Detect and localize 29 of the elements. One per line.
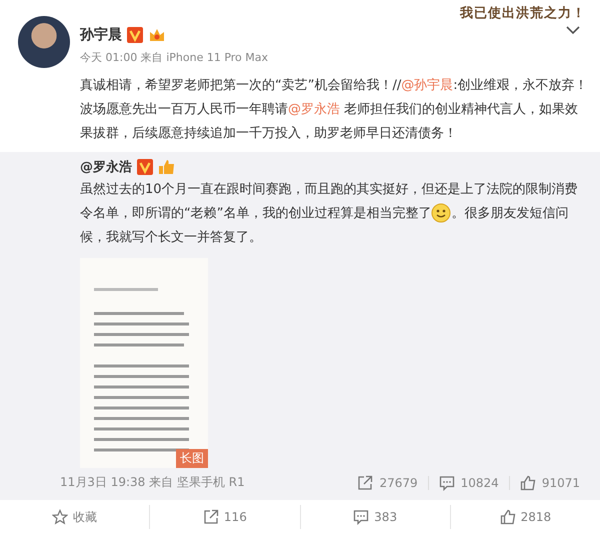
mention-link[interactable]: @孙宇晨 <box>401 78 454 93</box>
repost-text: 虽然过去的10个月一直在跟时间赛跑，而且跑的其实挺好，但还是上了法院的限制消费令名单，即所谓的“老赖”名单，我的创业过程算是相当完整了 。很多朋友发短信问候，我就写个长文一并答复了。 <box>80 181 579 247</box>
stat-count: 91071 <box>542 476 580 490</box>
avatar[interactable] <box>18 16 70 68</box>
post-text: 真诚相请，希望罗老师把第一次的“卖艺”机会留给我！//@孙宇晨:创业维艰，永不放弃！波场愿意先出一百万人民币一年聘请@罗永浩 老师担任我们的创业精神代言人，如果效果拔群，后续愿意持续追加一千万投入，助罗老师早日还清债务！ <box>79 77 589 143</box>
share-icon <box>202 509 219 525</box>
source-label: 来自 <box>149 475 174 489</box>
repost-time: 11月3日 19:38 <box>60 475 146 489</box>
source-device[interactable]: 坚果手机 R1 <box>176 475 245 489</box>
comment-icon[interactable] <box>438 474 455 490</box>
chevron-down-icon[interactable] <box>566 26 580 35</box>
mention-link[interactable]: @罗永浩 <box>288 102 340 117</box>
author-name[interactable]: 孙宇晨 <box>80 26 122 44</box>
repost-author[interactable]: @罗永浩 <box>80 158 132 176</box>
thumbs-up-icon <box>500 509 516 525</box>
post-time: 今天 01:00 <box>80 51 138 64</box>
smiley-icon <box>431 203 452 224</box>
crown-icon <box>148 27 166 43</box>
thumb-badge-icon <box>158 159 176 175</box>
star-icon <box>52 509 68 525</box>
long-image-badge: 长图 <box>176 449 208 468</box>
banner-text: 我已使出洪荒之力！ <box>460 4 586 22</box>
comment-icon <box>353 509 370 525</box>
stat-count: 10824 <box>460 476 499 490</box>
source-label: 来自 <box>140 51 163 64</box>
source-device[interactable]: iPhone 11 Pro Max <box>166 51 268 64</box>
share-icon[interactable] <box>357 474 374 490</box>
thumbs-up-icon[interactable] <box>520 474 536 490</box>
stat-count: 27679 <box>379 476 418 490</box>
